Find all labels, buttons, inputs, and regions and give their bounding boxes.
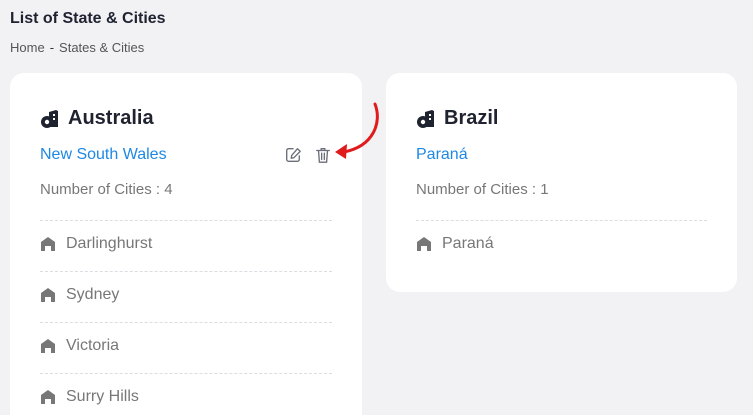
city-name: Surry Hills [66,388,139,405]
state-link[interactable]: Paraná [416,146,468,164]
breadcrumb-home[interactable]: Home [10,40,45,55]
divider [40,373,332,374]
state-row: New South Wales [40,146,332,164]
number-of-cities: Number of Cities : 1 [416,181,549,198]
city-item: Darlinghurst [40,235,152,253]
city-name: Paraná [442,235,494,252]
page-title: List of State & Cities [10,10,166,27]
country-heading: Australia [40,107,154,130]
city-item: Sydney [40,286,119,304]
country-name: Brazil [444,107,499,129]
buildings-icon [417,109,434,128]
breadcrumb-separator: - [49,40,55,55]
city-item: Victoria [40,337,119,355]
country-heading: Brazil [416,107,498,130]
number-of-cities: Number of Cities : 4 [40,181,173,198]
state-row: Paraná [416,146,707,164]
city-name: Darlinghurst [66,235,153,252]
country-name: Australia [68,107,154,129]
home-icon [41,237,55,251]
breadcrumb-current: States & Cities [59,40,145,55]
city-item: Paraná [416,235,494,253]
divider [416,220,707,221]
state-actions [284,146,332,164]
divider [40,220,332,221]
edit-icon[interactable] [284,146,302,164]
divider [40,322,332,323]
city-name: Victoria [66,337,120,354]
country-card-brazil: Brazil Paraná Number of Cities : 1 Paran… [386,73,737,292]
breadcrumb: Home - States & Cities [10,40,144,55]
buildings-icon [41,109,58,128]
home-icon [41,390,55,404]
divider [40,271,332,272]
city-name: Sydney [66,286,120,303]
city-item: Surry Hills [40,388,139,406]
home-icon [417,237,431,251]
home-icon [41,288,55,302]
state-link[interactable]: New South Wales [40,146,167,164]
home-icon [41,339,55,353]
country-card-australia: Australia New South Wales Number of Citi… [10,73,362,415]
annotation-arrow-icon [335,102,379,159]
